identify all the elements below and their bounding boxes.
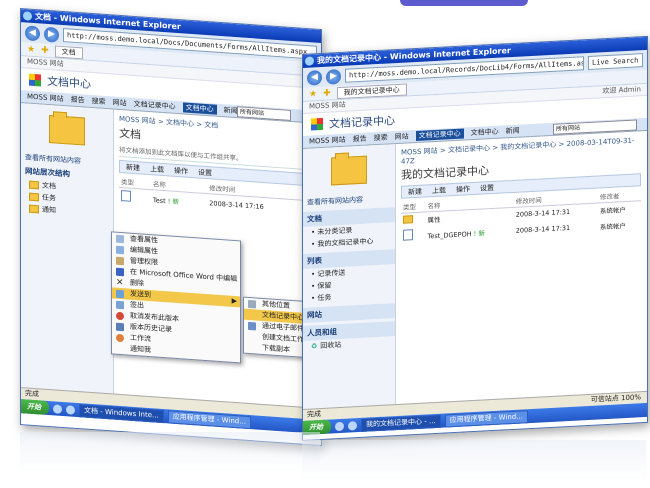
submenu-arrow-icon: ▶: [231, 296, 237, 306]
search-scope-select[interactable]: 所有网站: [553, 119, 637, 135]
topnav-item[interactable]: 搜索: [92, 96, 106, 107]
new-badge: ! 新: [473, 228, 485, 238]
version-history-icon: [116, 322, 124, 332]
right-quick-launch: 查看所有网站内容 文档 • 未分类记录 • 我的文档记录中心 列表 • 记录传送…: [303, 144, 396, 409]
new-menu[interactable]: 新建: [408, 186, 422, 197]
top-banner: [400, 0, 528, 6]
topnav-item[interactable]: MOSS 网站: [27, 91, 64, 104]
left-site-title: 文档中心: [47, 74, 91, 91]
left-browser-window: 文档 - Windows Internet Explorer ◀ ▶ http:…: [20, 8, 322, 447]
topnav-item[interactable]: 新闻: [224, 105, 238, 116]
ie-icon: [305, 56, 314, 66]
new-badge: ! 新: [167, 196, 179, 206]
folder-icon: [49, 115, 85, 146]
favorites-star-icon[interactable]: ★: [309, 89, 317, 99]
topnav-item[interactable]: 新闻: [506, 126, 520, 137]
left-quick-launch: 查看所有网站内容 网站层次结构 文档 任务 通知: [21, 103, 114, 410]
folder-icon: [29, 204, 39, 214]
search-scope-select[interactable]: 所有网站: [237, 106, 291, 121]
modified-by[interactable]: 系统帐户: [598, 215, 641, 234]
sharepoint-logo-icon: [311, 117, 323, 131]
unpublish-icon: [116, 311, 124, 321]
document-name-link[interactable]: Test: [153, 196, 166, 205]
quick-launch-icon[interactable]: [53, 403, 62, 414]
settings-menu[interactable]: 设置: [480, 182, 494, 193]
right-browser-window: 我的文档记录中心 - Windows Internet Explorer ◀ ▶…: [302, 35, 648, 441]
taskbar-item[interactable]: 我的文档记录中心 - ...: [361, 414, 441, 432]
sharepoint-logo-icon: [29, 73, 41, 87]
recycle-bin-icon: ♻: [311, 342, 318, 351]
left-reflection: [20, 432, 320, 472]
topnav-item[interactable]: 网站: [395, 131, 409, 142]
nav-item-label: 文档: [42, 181, 56, 191]
add-favorite-icon[interactable]: ✚: [323, 88, 331, 98]
new-menu[interactable]: 新建: [126, 162, 140, 173]
start-button[interactable]: 开始: [21, 399, 49, 416]
workflow-icon: [116, 333, 124, 343]
topnav-item[interactable]: 文档记录中心: [134, 99, 176, 112]
edit-icon: [116, 245, 124, 255]
quick-launch-icon[interactable]: [335, 421, 344, 431]
right-site-title: 文档记录中心: [329, 114, 395, 131]
zoom-level[interactable]: 100%: [621, 393, 641, 402]
live-search-input[interactable]: Live Search: [588, 53, 643, 71]
forward-icon[interactable]: ▶: [44, 26, 59, 43]
permissions-icon: [116, 256, 124, 266]
ie-icon: [23, 11, 32, 21]
left-main: MOSS 网站 > 文档中心 > 文档 文档 将文档添加到此文档库以便与工作组共…: [119, 114, 317, 219]
item-context-menu: 查看属性 编辑属性 管理权限 在 Microsoft Office Word 中…: [111, 231, 241, 364]
back-icon[interactable]: ◀: [307, 69, 322, 86]
delete-icon: ✕: [116, 277, 124, 289]
send-to-icon: [116, 289, 124, 299]
word-document-icon: [121, 190, 131, 202]
topnav-item-selected[interactable]: 文档记录中心: [415, 128, 464, 142]
right-main: MOSS 网站 > 文档记录中心 > 我的文档记录中心 > 2008-03-14…: [401, 135, 641, 245]
topnav-item[interactable]: 报告: [71, 95, 85, 106]
properties-icon: [116, 234, 124, 244]
welcome-menu[interactable]: 欢迎 Admin: [602, 84, 641, 97]
item-name-link[interactable]: Test_DGEPOH: [427, 230, 471, 240]
topnav-item[interactable]: 报告: [353, 134, 367, 145]
forward-icon[interactable]: ▶: [326, 68, 341, 85]
nav-item-label: 通知: [42, 205, 56, 215]
topnav-item[interactable]: MOSS 网站: [309, 135, 346, 147]
nav-item-label: 任务: [42, 193, 56, 203]
modified-date: 2008-3-14 17:31: [515, 223, 571, 235]
upload-menu[interactable]: 上载: [432, 185, 446, 196]
back-icon[interactable]: ◀: [25, 24, 40, 41]
settings-menu[interactable]: 设置: [198, 167, 212, 178]
left-browser-tab[interactable]: 文档: [54, 44, 83, 59]
folder-icon: [29, 180, 39, 190]
actions-menu[interactable]: 操作: [174, 165, 188, 176]
email-icon: [248, 321, 256, 331]
folder-icon: [331, 155, 367, 186]
security-zone: 可信站点: [590, 394, 619, 404]
actions-menu[interactable]: 操作: [456, 184, 470, 195]
word-document-icon: [403, 229, 413, 241]
upload-menu[interactable]: 上载: [150, 164, 164, 175]
folder-icon: [403, 215, 413, 224]
quick-launch-icon[interactable]: [348, 420, 357, 431]
add-favorite-icon[interactable]: ✚: [41, 45, 49, 56]
topnav-item[interactable]: 网站: [113, 97, 127, 108]
topnav-item[interactable]: 文档中心: [471, 127, 499, 138]
taskbar-item[interactable]: 应用程序管理 - Wind...: [444, 409, 528, 428]
location-icon: [248, 299, 256, 309]
view-all-content-link[interactable]: 查看所有网站内容: [303, 192, 395, 209]
topnav-item[interactable]: 搜索: [374, 133, 388, 144]
check-out-icon: [116, 300, 124, 310]
site-bar-link[interactable]: MOSS 网站: [309, 101, 346, 111]
sites-header[interactable]: 网站: [303, 303, 395, 323]
topnav-item-selected[interactable]: 文档中心: [182, 102, 217, 115]
status-text: 完成: [307, 410, 321, 419]
quick-launch-icon[interactable]: [66, 404, 75, 415]
word-icon: [116, 267, 124, 277]
favorites-star-icon[interactable]: ★: [27, 44, 35, 55]
folder-icon: [29, 192, 39, 202]
right-reflection: [302, 440, 646, 480]
